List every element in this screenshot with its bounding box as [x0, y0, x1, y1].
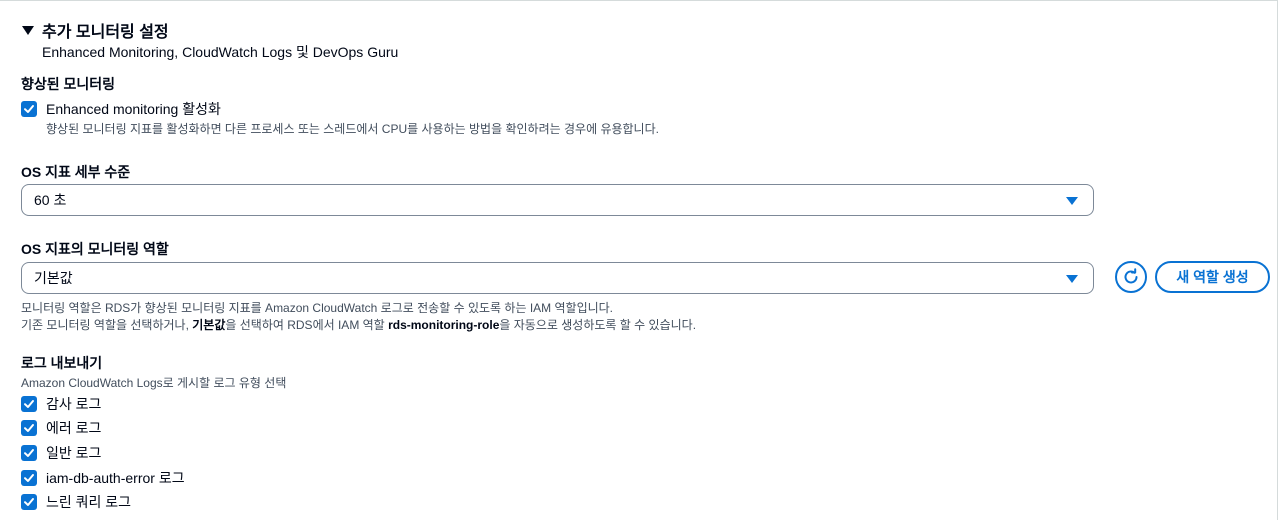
- checkmark-icon: [24, 400, 34, 408]
- checkmark-icon: [24, 424, 34, 432]
- caret-down-icon: [22, 26, 34, 35]
- general-log-checkbox[interactable]: [21, 445, 37, 461]
- section-description: Enhanced Monitoring, CloudWatch Logs 및 D…: [42, 44, 399, 60]
- checkmark-icon: [24, 449, 34, 457]
- error-log-checkbox[interactable]: [21, 420, 37, 436]
- monitoring-role-label: OS 지표의 모니터링 역할: [21, 241, 169, 257]
- enhanced-monitoring-label: 향상된 모니터링: [21, 76, 116, 92]
- enhanced-monitoring-help: 향상된 모니터링 지표를 활성화하면 다른 프로세스 또는 스레드에서 CPU를…: [46, 122, 659, 136]
- slow-query-log-label: 느린 쿼리 로그: [46, 494, 132, 510]
- enhanced-monitoring-checkbox[interactable]: [21, 101, 37, 117]
- log-export-item-iam-db-auth-error[interactable]: iam-db-auth-error 로그: [21, 468, 185, 488]
- general-log-label: 일반 로그: [46, 445, 102, 461]
- log-export-item-audit[interactable]: 감사 로그: [21, 394, 101, 414]
- audit-log-label: 감사 로그: [46, 396, 102, 412]
- enhanced-monitoring-checkbox-row[interactable]: Enhanced monitoring 활성화: [21, 99, 221, 119]
- caret-down-icon: [1066, 275, 1078, 283]
- refresh-icon: [1124, 268, 1138, 284]
- enhanced-monitoring-checkbox-label: Enhanced monitoring 활성화: [46, 101, 221, 117]
- caret-down-icon: [1066, 197, 1078, 205]
- audit-log-checkbox[interactable]: [21, 396, 37, 412]
- checkmark-icon: [24, 474, 34, 482]
- section-title: 추가 모니터링 설정: [42, 24, 169, 41]
- granularity-label: OS 지표 세부 수준: [21, 164, 131, 180]
- log-export-item-general[interactable]: 일반 로그: [21, 443, 101, 463]
- monitoring-role-selected-value: 기본값: [34, 270, 73, 286]
- log-exports-label: 로그 내보내기: [21, 355, 103, 371]
- log-export-item-slow-query[interactable]: 느린 쿼리 로그: [21, 492, 131, 512]
- iam-db-auth-error-log-label: iam-db-auth-error 로그: [46, 470, 185, 486]
- refresh-roles-button[interactable]: [1115, 261, 1147, 293]
- log-exports-description: Amazon CloudWatch Logs로 게시할 로그 유형 선택: [21, 376, 287, 390]
- iam-db-auth-error-log-checkbox[interactable]: [21, 470, 37, 486]
- create-role-button[interactable]: 새 역할 생성: [1155, 261, 1270, 293]
- error-log-label: 에러 로그: [46, 420, 102, 436]
- section-toggle[interactable]: 추가 모니터링 설정: [22, 18, 169, 42]
- slow-query-log-checkbox[interactable]: [21, 494, 37, 510]
- checkmark-icon: [24, 105, 34, 113]
- checkmark-icon: [24, 498, 34, 506]
- log-export-item-error[interactable]: 에러 로그: [21, 418, 101, 438]
- granularity-selected-value: 60 초: [34, 192, 67, 208]
- monitoring-role-select[interactable]: 기본값: [21, 262, 1094, 294]
- monitoring-role-description-line1: 모니터링 역할은 RDS가 향상된 모니터링 지표를 Amazon CloudW…: [21, 301, 614, 315]
- monitoring-role-description-line2: 기존 모니터링 역할을 선택하거나, 기본값을 선택하여 RDS에서 IAM 역…: [21, 318, 697, 332]
- additional-monitoring-panel: 추가 모니터링 설정 Enhanced Monitoring, CloudWat…: [0, 0, 1278, 520]
- granularity-select[interactable]: 60 초: [21, 184, 1094, 216]
